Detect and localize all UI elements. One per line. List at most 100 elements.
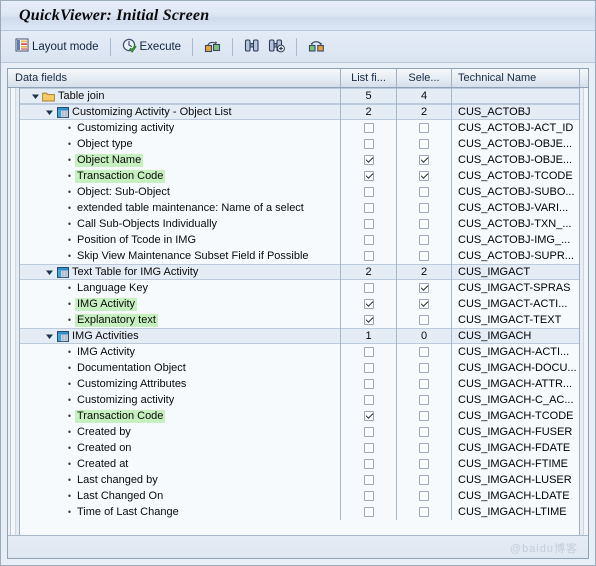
selection-checkbox[interactable] bbox=[419, 123, 429, 133]
table-row[interactable]: • Transaction Code CUS_IMGACH-TCODE bbox=[20, 408, 588, 424]
cell-list-fields[interactable]: 2 bbox=[341, 104, 397, 120]
cell-selection[interactable]: 0 bbox=[397, 328, 452, 344]
cell-selection[interactable] bbox=[397, 248, 452, 264]
cell-selection[interactable] bbox=[397, 392, 452, 408]
list-field-checkbox[interactable] bbox=[363, 315, 374, 325]
cell-list-fields[interactable] bbox=[341, 120, 397, 136]
list-field-checkbox[interactable] bbox=[363, 491, 374, 501]
column-header-data-fields[interactable]: Data fields bbox=[8, 69, 341, 87]
list-field-checkbox[interactable] bbox=[363, 347, 374, 357]
selection-checkbox[interactable] bbox=[419, 507, 429, 517]
table-row[interactable]: • Created on CUS_IMGACH-FDATE bbox=[20, 440, 588, 456]
cell-selection[interactable] bbox=[397, 168, 452, 184]
table-row[interactable]: • Created by CUS_IMGACH-FUSER bbox=[20, 424, 588, 440]
cell-data-field[interactable]: • Language Key bbox=[20, 280, 341, 296]
selection-checkbox[interactable] bbox=[419, 427, 429, 437]
cell-list-fields[interactable] bbox=[341, 456, 397, 472]
cell-list-fields[interactable] bbox=[341, 136, 397, 152]
cell-selection[interactable] bbox=[397, 344, 452, 360]
cell-data-field[interactable]: • Position of Tcode in IMG bbox=[20, 232, 341, 248]
cell-data-field[interactable]: • Explanatory text bbox=[20, 312, 341, 328]
table-row[interactable]: • Object type CUS_ACTOBJ-OBJE... bbox=[20, 136, 588, 152]
selection-checkbox[interactable] bbox=[419, 171, 429, 181]
cell-list-fields[interactable]: 5 bbox=[341, 88, 397, 104]
cell-list-fields[interactable] bbox=[341, 504, 397, 520]
cell-data-field[interactable]: • Object type bbox=[20, 136, 341, 152]
cell-list-fields[interactable] bbox=[341, 184, 397, 200]
cell-selection[interactable] bbox=[397, 216, 452, 232]
cell-list-fields[interactable]: 2 bbox=[341, 264, 397, 280]
table-row[interactable]: • Object Name CUS_ACTOBJ-OBJE... bbox=[20, 152, 588, 168]
cell-list-fields[interactable] bbox=[341, 168, 397, 184]
find-button[interactable] bbox=[240, 36, 264, 58]
column-header-list-fields[interactable]: List fi... bbox=[341, 69, 397, 87]
cell-list-fields[interactable] bbox=[341, 232, 397, 248]
table-row[interactable]: • Last changed by CUS_IMGACH-LUSER bbox=[20, 472, 588, 488]
list-field-checkbox[interactable] bbox=[363, 187, 374, 197]
tree-group-row[interactable]: IMG Activities 1 0 CUS_IMGACH bbox=[20, 328, 588, 344]
table-row[interactable]: • Transaction Code CUS_ACTOBJ-TCODE bbox=[20, 168, 588, 184]
selection-checkbox[interactable] bbox=[419, 379, 429, 389]
list-field-checkbox[interactable] bbox=[363, 475, 374, 485]
cell-selection[interactable] bbox=[397, 184, 452, 200]
list-field-checkbox[interactable] bbox=[363, 155, 374, 165]
cell-selection[interactable]: 4 bbox=[397, 88, 452, 104]
cell-data-field[interactable]: • Call Sub-Objects Individually bbox=[20, 216, 341, 232]
cell-list-fields[interactable]: 1 bbox=[341, 328, 397, 344]
cell-list-fields[interactable] bbox=[341, 408, 397, 424]
cell-data-field[interactable]: • Documentation Object bbox=[20, 360, 341, 376]
cell-selection[interactable] bbox=[397, 456, 452, 472]
list-field-checkbox[interactable] bbox=[363, 299, 374, 309]
cell-selection[interactable] bbox=[397, 504, 452, 520]
cell-selection[interactable] bbox=[397, 488, 452, 504]
table-row[interactable]: • extended table maintenance: Name of a s… bbox=[20, 200, 588, 216]
expand-collapse-toggle[interactable] bbox=[44, 104, 55, 120]
relationship-button[interactable] bbox=[200, 36, 225, 58]
cell-list-fields[interactable] bbox=[341, 312, 397, 328]
cell-list-fields[interactable] bbox=[341, 216, 397, 232]
list-field-checkbox[interactable] bbox=[363, 219, 374, 229]
vertical-scrollbar-right[interactable] bbox=[579, 88, 588, 535]
cell-data-field[interactable]: Table join bbox=[20, 88, 341, 104]
selection-checkbox[interactable] bbox=[419, 315, 429, 325]
selection-checkbox[interactable] bbox=[419, 459, 429, 469]
selection-checkbox[interactable] bbox=[419, 347, 429, 357]
column-header-selection[interactable]: Sele... bbox=[397, 69, 452, 87]
list-field-checkbox[interactable] bbox=[363, 123, 374, 133]
cell-list-fields[interactable] bbox=[341, 280, 397, 296]
cell-data-field[interactable]: • Customizing activity bbox=[20, 120, 341, 136]
cell-selection[interactable] bbox=[397, 440, 452, 456]
list-field-checkbox[interactable] bbox=[363, 363, 374, 373]
cell-data-field[interactable]: • Last changed by bbox=[20, 472, 341, 488]
selection-checkbox[interactable] bbox=[419, 491, 429, 501]
cell-data-field[interactable]: • IMG Activity bbox=[20, 344, 341, 360]
cell-list-fields[interactable] bbox=[341, 488, 397, 504]
selection-checkbox[interactable] bbox=[419, 139, 429, 149]
cell-data-field[interactable]: Customizing Activity - Object List bbox=[20, 104, 341, 120]
selection-checkbox[interactable] bbox=[419, 443, 429, 453]
table-row[interactable]: • Language Key CUS_IMGACT-SPRAS bbox=[20, 280, 588, 296]
list-field-checkbox[interactable] bbox=[363, 171, 374, 181]
list-field-checkbox[interactable] bbox=[363, 427, 374, 437]
cell-selection[interactable] bbox=[397, 280, 452, 296]
list-field-checkbox[interactable] bbox=[363, 459, 374, 469]
selection-checkbox[interactable] bbox=[419, 187, 429, 197]
layout-mode-button[interactable]: Layout mode bbox=[11, 36, 103, 58]
cell-data-field[interactable]: • Created on bbox=[20, 440, 341, 456]
table-row[interactable]: • Customizing Attributes CUS_IMGACH-ATTR..… bbox=[20, 376, 588, 392]
execute-button[interactable]: Execute bbox=[118, 36, 186, 58]
cell-list-fields[interactable] bbox=[341, 344, 397, 360]
cell-selection[interactable] bbox=[397, 424, 452, 440]
tree-group-row[interactable]: Text Table for IMG Activity 2 2 CUS_IMGACT bbox=[20, 264, 588, 280]
list-field-checkbox[interactable] bbox=[363, 283, 374, 293]
cell-selection[interactable]: 2 bbox=[397, 104, 452, 120]
list-field-checkbox[interactable] bbox=[363, 507, 374, 517]
selection-checkbox[interactable] bbox=[419, 219, 429, 229]
cell-data-field[interactable]: • Created at bbox=[20, 456, 341, 472]
table-row[interactable]: • Customizing activity CUS_ACTOBJ-ACT_ID bbox=[20, 120, 588, 136]
list-field-checkbox[interactable] bbox=[363, 395, 374, 405]
cell-selection[interactable] bbox=[397, 296, 452, 312]
table-row[interactable]: • Explanatory text CUS_IMGACT-TEXT bbox=[20, 312, 588, 328]
selection-checkbox[interactable] bbox=[419, 363, 429, 373]
cell-data-field[interactable]: Text Table for IMG Activity bbox=[20, 264, 341, 280]
